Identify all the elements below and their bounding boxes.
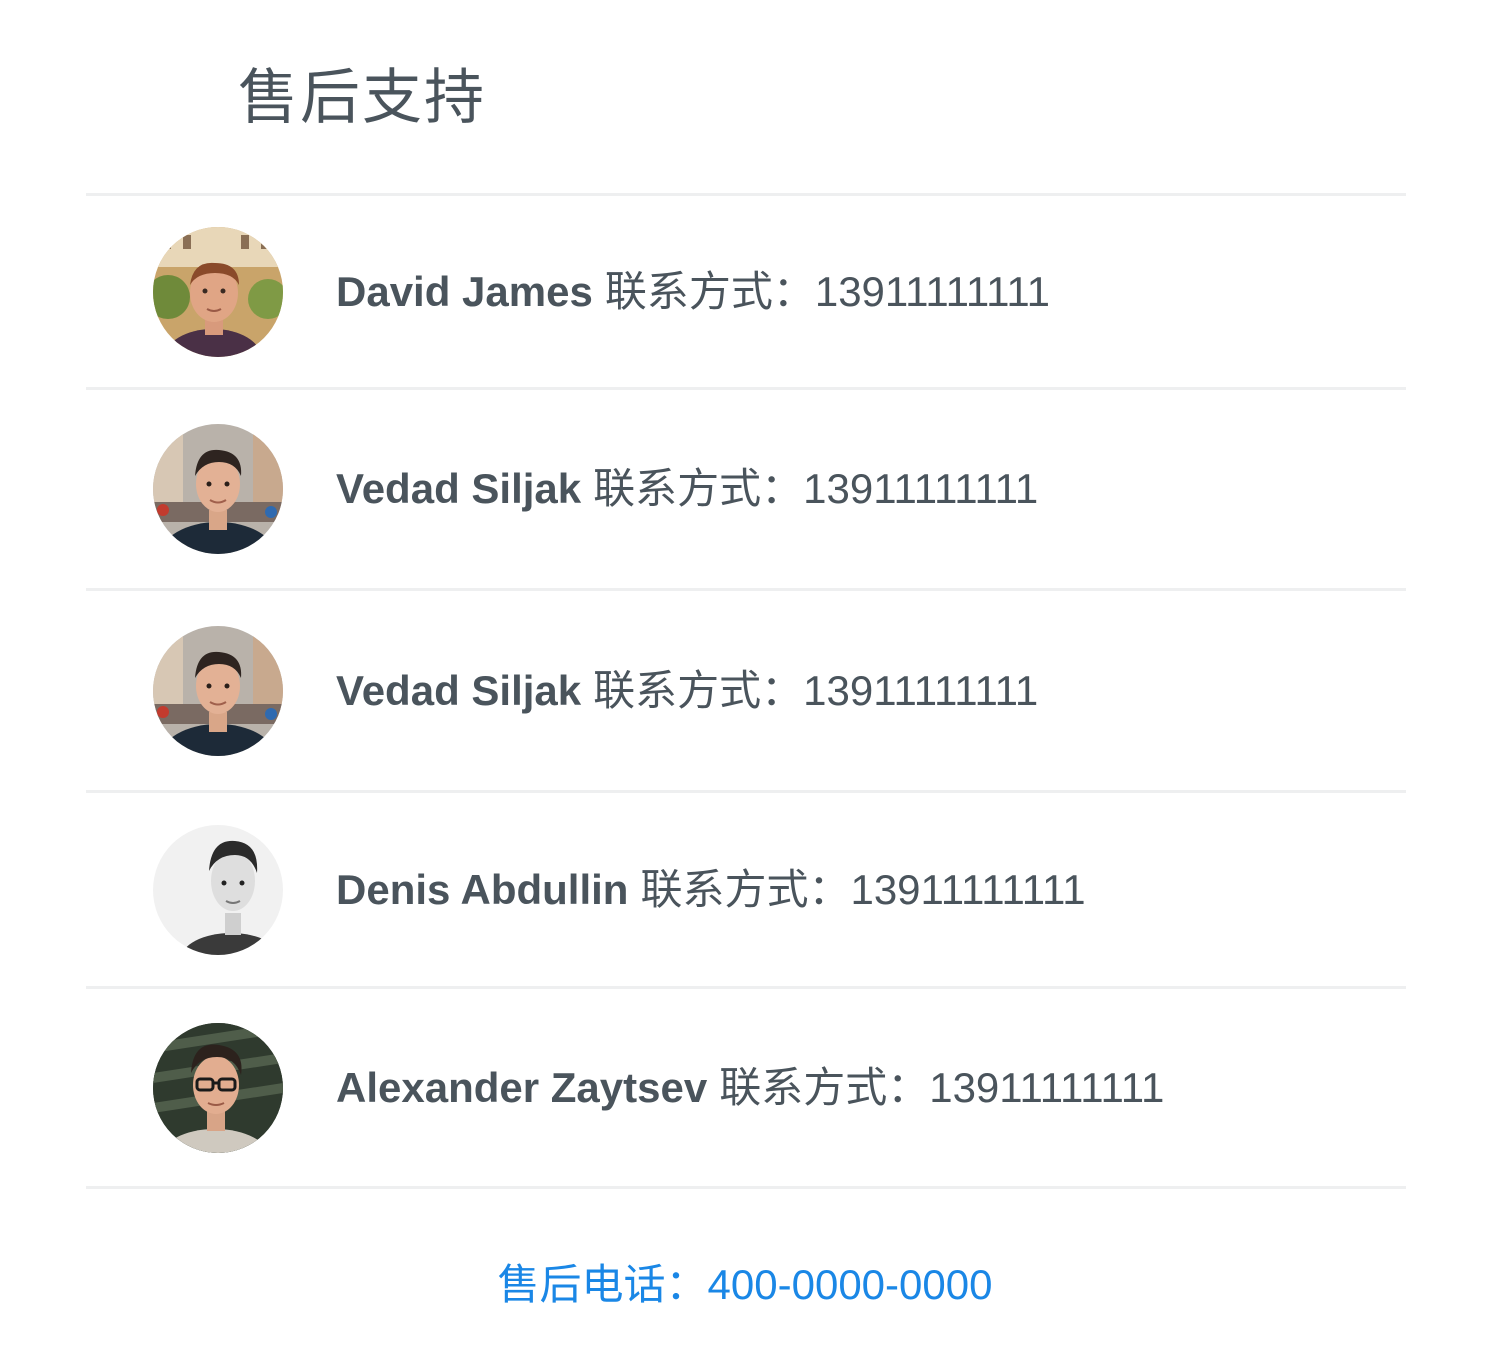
contact-name: Denis Abdullin	[336, 865, 629, 913]
person-photo-icon	[153, 226, 283, 357]
contact-info: Alexander Zaytsev 联系方式：13911111111	[336, 1063, 1164, 1113]
contact-name: Alexander Zaytsev	[336, 1063, 708, 1111]
avatar	[153, 424, 283, 554]
person-photo-icon	[153, 1022, 283, 1153]
person-photo-icon	[153, 424, 283, 554]
after-sales-hotline[interactable]: 售后电话：400-0000-0000	[0, 1260, 1490, 1310]
contact-info: David James 联系方式：13911111111	[336, 267, 1050, 317]
contact-label: 联系方式：	[593, 465, 804, 512]
contact-row[interactable]: Alexander Zaytsev 联系方式：13911111111	[86, 989, 1406, 1189]
contact-row[interactable]: Denis Abdullin 联系方式：13911111111	[86, 793, 1406, 989]
contact-phone[interactable]: 13911111111	[850, 866, 1085, 913]
contact-label: 联系方式：	[604, 267, 815, 315]
contact-info: Vedad Siljak 联系方式：13911111111	[336, 464, 1038, 514]
contact-phone[interactable]: 13911111111	[803, 667, 1038, 714]
contact-label: 联系方式：	[719, 1063, 930, 1111]
page-title: 售后支持	[238, 64, 486, 131]
contact-label: 联系方式：	[640, 865, 851, 913]
avatar	[153, 625, 283, 756]
contact-info: Vedad Siljak 联系方式：13911111111	[336, 666, 1038, 716]
person-photo-icon	[153, 625, 283, 756]
avatar	[153, 226, 283, 357]
contact-name: Vedad Siljak	[336, 465, 582, 512]
contact-info: Denis Abdullin 联系方式：13911111111	[336, 865, 1086, 915]
person-photo-icon	[153, 824, 283, 955]
hotline-number[interactable]: 400-0000-0000	[708, 1261, 993, 1308]
contact-row[interactable]: Vedad Siljak 联系方式：13911111111	[86, 591, 1406, 793]
contact-phone[interactable]: 13911111111	[815, 268, 1050, 315]
hotline-label: 售后电话：	[497, 1261, 708, 1308]
contact-list: David James 联系方式：13911111111 Vedad Silja…	[86, 193, 1406, 1189]
contact-label: 联系方式：	[593, 666, 804, 714]
contact-name: David James	[336, 267, 593, 315]
contact-row[interactable]: Vedad Siljak 联系方式：13911111111	[86, 390, 1406, 591]
contact-row[interactable]: David James 联系方式：13911111111	[86, 196, 1406, 390]
avatar	[153, 1022, 283, 1153]
contact-phone[interactable]: 13911111111	[929, 1064, 1164, 1111]
contact-phone[interactable]: 13911111111	[803, 465, 1038, 512]
contact-name: Vedad Siljak	[336, 666, 582, 714]
avatar	[153, 824, 283, 955]
